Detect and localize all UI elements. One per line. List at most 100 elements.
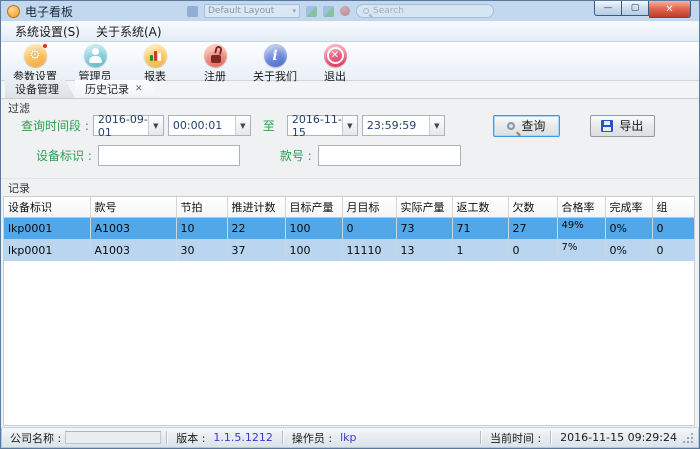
cell[interactable]: 0	[652, 217, 694, 239]
search-icon	[507, 122, 515, 130]
cell[interactable]: 100	[285, 217, 342, 239]
device-id-label: 设备标识 :	[36, 147, 92, 164]
tab-label: 历史记录	[85, 81, 129, 97]
cell[interactable]: 7%	[557, 239, 605, 261]
cell[interactable]: 11110	[342, 239, 396, 261]
statusbar-separator	[282, 431, 283, 444]
column-header[interactable]: 推进计数	[227, 197, 285, 217]
records-panel: 记录 设备标识 款号 节拍 推进计数 目标产量	[1, 179, 699, 428]
chevron-down-icon[interactable]: ▼	[429, 116, 444, 135]
cell[interactable]: 0	[508, 239, 557, 261]
date-from-value: 2016-09-01	[94, 113, 148, 139]
filter-row-id: 设备标识 : 款号 :	[1, 145, 699, 166]
current-time-value: 2016-11-15 09:29:24	[556, 431, 681, 444]
column-header[interactable]: 欠数	[508, 197, 557, 217]
cell[interactable]: 13	[396, 239, 452, 261]
maximize-button[interactable]: ▢	[622, 1, 649, 16]
notification-badge	[42, 43, 48, 49]
statusbar-separator	[550, 431, 551, 444]
cell[interactable]: 0	[652, 239, 694, 261]
save-layout-icon[interactable]	[306, 6, 317, 17]
title-bar[interactable]: 电子看板 Default Layout ▾ Search — ▢ ✕	[1, 1, 699, 21]
chart-icon	[144, 44, 167, 67]
time-from-value: 00:00:01	[169, 119, 235, 132]
record-icon[interactable]	[340, 6, 350, 16]
cell[interactable]: 22	[227, 217, 285, 239]
search-placeholder: Search	[373, 6, 404, 16]
cell[interactable]: 10	[176, 217, 227, 239]
toolbar-item-label: 关于我们	[253, 68, 297, 84]
column-header[interactable]: 完成率	[605, 197, 652, 217]
search-icon	[363, 8, 369, 14]
close-button[interactable]: ✕	[649, 1, 691, 18]
column-header[interactable]: 款号	[90, 197, 176, 217]
export-button[interactable]: 导出	[590, 115, 655, 137]
toolbar-item-administrator[interactable]: 管理员	[69, 44, 121, 84]
style-number-input[interactable]	[318, 145, 461, 166]
main-content: 过滤 查询时间段 : 2016-09-01 ▼ 00:00:01 ▼ 至 201…	[1, 99, 699, 428]
cell[interactable]: lkp0001	[4, 239, 90, 261]
cell[interactable]: 0%	[605, 239, 652, 261]
column-header[interactable]: 目标产量	[285, 197, 342, 217]
cell[interactable]: A1003	[90, 239, 176, 261]
date-to-picker[interactable]: 2016-11-15 ▼	[287, 115, 358, 136]
tool-bar: ⚙ 参数设置 管理员 报表 注册 i	[1, 42, 699, 81]
status-bar: 公司名称 : 版本 : 1.1.5.1212 操作员 : lkp 当前时间 : …	[2, 427, 698, 447]
filter-row-time: 查询时间段 : 2016-09-01 ▼ 00:00:01 ▼ 至 2016-1…	[1, 115, 699, 136]
load-layout-icon[interactable]	[323, 6, 334, 17]
cell[interactable]: 0%	[605, 217, 652, 239]
toolbar-item-register[interactable]: 注册	[189, 44, 241, 84]
chevron-down-icon[interactable]: ▼	[342, 116, 357, 135]
query-button[interactable]: 查询	[493, 115, 560, 137]
tab-history-records[interactable]: 历史记录 ✕	[75, 80, 159, 98]
time-from-picker[interactable]: 00:00:01 ▼	[168, 115, 251, 136]
layout-combo[interactable]: Default Layout ▾	[204, 4, 300, 18]
column-header[interactable]: 返工数	[452, 197, 508, 217]
toolbar-item-reports[interactable]: 报表	[129, 44, 181, 84]
column-header[interactable]: 节拍	[176, 197, 227, 217]
table-row-selected[interactable]: lkp0001 A1003 10 22 100 0 73 71 27 49% 0…	[4, 217, 694, 239]
cell[interactable]: 37	[227, 239, 285, 261]
cell[interactable]: 1	[452, 239, 508, 261]
column-header[interactable]: 合格率	[557, 197, 605, 217]
resize-grip[interactable]	[683, 432, 694, 443]
time-to-picker[interactable]: 23:59:59 ▼	[362, 115, 445, 136]
menu-system-settings[interactable]: 系统设置(S)	[7, 21, 88, 42]
toolbar-item-parameter-settings[interactable]: ⚙ 参数设置	[9, 44, 61, 84]
style-number-label: 款号 :	[280, 147, 312, 164]
cell[interactable]: 71	[452, 217, 508, 239]
cell[interactable]: 73	[396, 217, 452, 239]
device-id-input[interactable]	[98, 145, 240, 166]
chevron-down-icon[interactable]: ▼	[148, 116, 163, 135]
minimize-button[interactable]: —	[594, 1, 622, 16]
company-name-label: 公司名称 :	[6, 430, 65, 446]
cell[interactable]: 49%	[557, 217, 605, 239]
company-name-value	[65, 431, 161, 444]
titlebar-search[interactable]: Search	[356, 4, 494, 18]
cell[interactable]: 30	[176, 239, 227, 261]
cell[interactable]: A1003	[90, 217, 176, 239]
layout-icon[interactable]	[187, 6, 198, 17]
version-label: 版本 :	[172, 430, 209, 446]
window-controls: — ▢ ✕	[594, 1, 691, 18]
menu-about-system[interactable]: 关于系统(A)	[88, 21, 170, 42]
tab-device-management[interactable]: 设备管理	[5, 80, 75, 98]
version-value: 1.1.5.1212	[209, 431, 276, 444]
layout-combo-value: Default Layout	[208, 6, 274, 16]
toolbar-item-about-us[interactable]: i 关于我们	[249, 44, 301, 84]
toolbar-item-exit[interactable]: ✕ 退出	[309, 44, 361, 84]
column-header[interactable]: 实际产量	[396, 197, 452, 217]
cell[interactable]: 100	[285, 239, 342, 261]
table-row[interactable]: lkp0001 A1003 30 37 100 11110 13 1 0 7% …	[4, 239, 694, 261]
tab-close-icon[interactable]: ✕	[135, 84, 143, 94]
chevron-down-icon: ▾	[292, 7, 296, 15]
column-header[interactable]: 组	[652, 197, 694, 217]
column-header[interactable]: 设备标识	[4, 197, 90, 217]
column-header[interactable]: 月目标	[342, 197, 396, 217]
cell[interactable]: 27	[508, 217, 557, 239]
chevron-down-icon[interactable]: ▼	[235, 116, 250, 135]
cell[interactable]: lkp0001	[4, 217, 90, 239]
date-from-picker[interactable]: 2016-09-01 ▼	[93, 115, 164, 136]
cell[interactable]: 0	[342, 217, 396, 239]
app-window: 电子看板 Default Layout ▾ Search — ▢ ✕ 系统设置(…	[0, 0, 700, 449]
